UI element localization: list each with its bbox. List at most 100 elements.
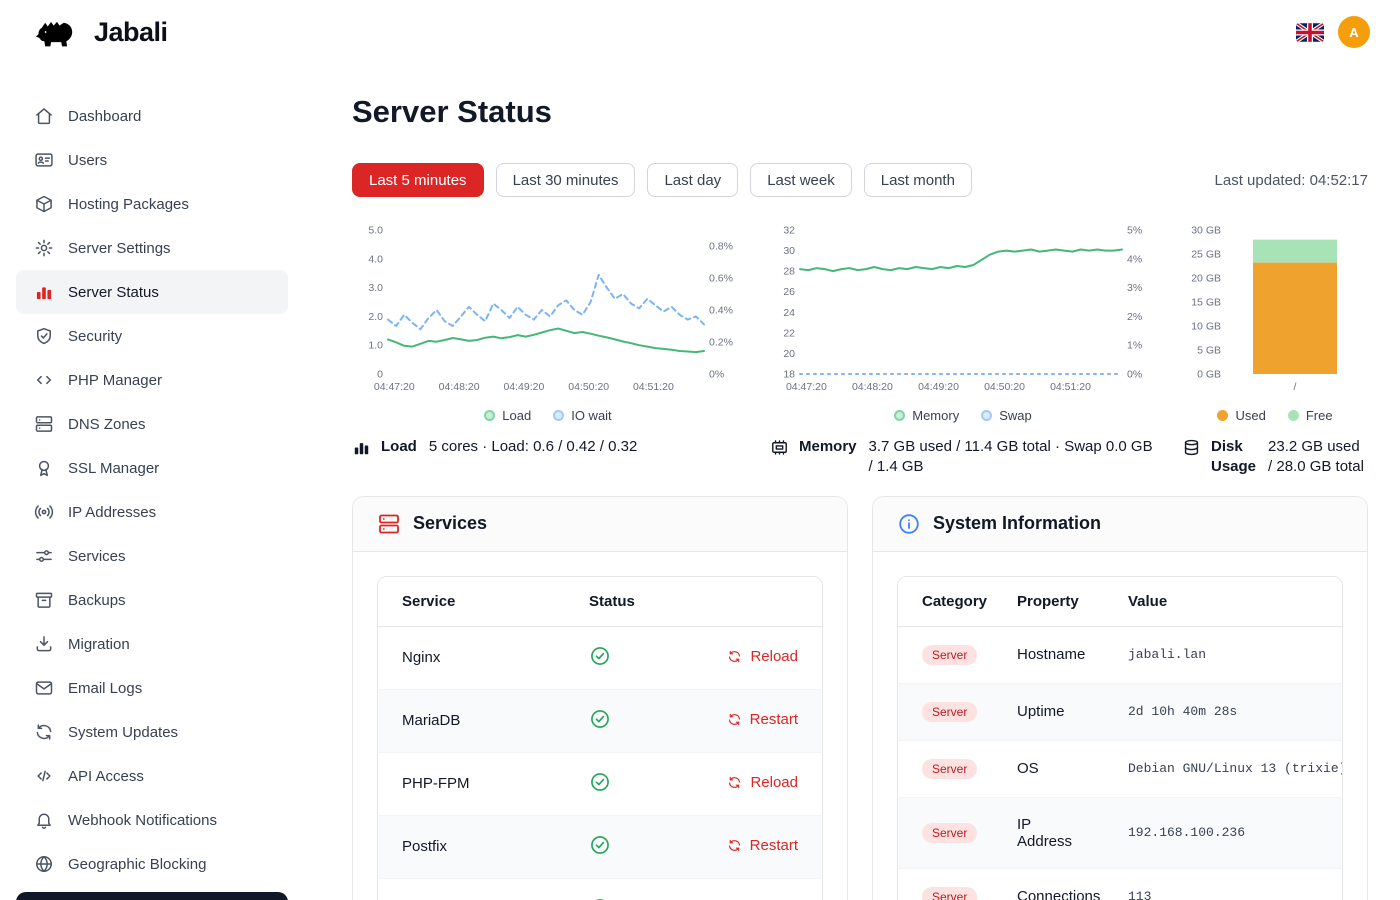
sidebar-item-system-updates[interactable]: System Updates — [16, 710, 288, 754]
sidebar-item-php-manager[interactable]: PHP Manager — [16, 358, 288, 402]
chart-icon — [34, 282, 54, 302]
system-col-category: Category — [898, 577, 993, 627]
service-action-reload[interactable]: Reload — [727, 774, 798, 791]
sidebar-item-label: Security — [68, 328, 122, 345]
svg-text:04:49:20: 04:49:20 — [503, 381, 544, 393]
svg-text:04:51:20: 04:51:20 — [1050, 381, 1091, 393]
server-stack-icon — [377, 512, 401, 536]
sidebar-item-users[interactable]: Users — [16, 138, 288, 182]
sidebar-item-geographic-blocking[interactable]: Geographic Blocking — [16, 842, 288, 886]
uk-flag-icon[interactable] — [1296, 23, 1324, 42]
users-icon — [34, 150, 54, 170]
service-name: MariaDB — [378, 689, 565, 752]
service-action-reload[interactable]: Reload — [727, 648, 798, 665]
stat-memory: Memory 3.7 GB used / 11.4 GB total · Swa… — [770, 437, 1156, 478]
svg-text:15 GB: 15 GB — [1191, 297, 1221, 309]
sidebar-item-label: Migration — [68, 636, 130, 653]
service-action-restart[interactable]: Restart — [727, 837, 798, 854]
sidebar-footer-button[interactable] — [16, 892, 288, 900]
api-icon — [34, 766, 54, 786]
svg-text:5 GB: 5 GB — [1197, 345, 1221, 357]
sidebar-item-hosting-packages[interactable]: Hosting Packages — [16, 182, 288, 226]
disk-legend: UsedFree — [1182, 408, 1368, 423]
sidebar: Dashboard Users Hosting Packages Server … — [0, 64, 304, 900]
range-button-last-week[interactable]: Last week — [750, 163, 852, 197]
sidebar-item-label: IP Addresses — [68, 504, 156, 521]
sidebar-item-label: DNS Zones — [68, 416, 146, 433]
services-col-status: Status — [565, 577, 685, 627]
property-value: 192.168.100.236 — [1104, 797, 1342, 868]
gear-icon — [34, 238, 54, 258]
sidebar-item-webhook-notifications[interactable]: Webhook Notifications — [16, 798, 288, 842]
sidebar-item-email-logs[interactable]: Email Logs — [16, 666, 288, 710]
sidebar-item-api-access[interactable]: API Access — [16, 754, 288, 798]
cards-row: Services Service Status Nginx Reload Mar… — [352, 496, 1368, 900]
svg-text:24: 24 — [783, 307, 795, 319]
stat-label: Load — [381, 437, 417, 457]
category-badge: Server — [922, 645, 977, 665]
svg-text:04:50:20: 04:50:20 — [984, 381, 1025, 393]
system-info-table: Category Property Value Server Hostname … — [898, 577, 1342, 900]
services-card-title: Services — [413, 513, 487, 534]
mail-icon — [34, 678, 54, 698]
disk-icon — [1182, 438, 1201, 457]
legend-item-free: Free — [1288, 408, 1333, 423]
svg-text:04:47:20: 04:47:20 — [786, 381, 827, 393]
time-range-buttons: Last 5 minutes Last 30 minutes Last day Las… — [352, 163, 972, 197]
sidebar-item-services[interactable]: Services — [16, 534, 288, 578]
property-value: 2d 10h 40m 28s — [1104, 683, 1342, 740]
property-name: Connections — [993, 868, 1104, 900]
category-badge: Server — [922, 702, 977, 722]
last-updated: Last updated: 04:52:17 — [1215, 172, 1368, 189]
svg-text:04:51:20: 04:51:20 — [633, 381, 674, 393]
range-button-last-5-minutes[interactable]: Last 5 minutes — [352, 163, 484, 197]
sliders-icon — [34, 546, 54, 566]
services-table: Service Status Nginx Reload MariaDB Rest… — [378, 577, 822, 900]
sidebar-item-server-settings[interactable]: Server Settings — [16, 226, 288, 270]
svg-text:25 GB: 25 GB — [1191, 249, 1221, 261]
box-icon — [34, 194, 54, 214]
svg-text:30: 30 — [783, 245, 795, 257]
info-icon — [897, 512, 921, 536]
sidebar-item-label: Email Logs — [68, 680, 142, 697]
stat-label: Memory — [799, 437, 857, 457]
range-button-last-day[interactable]: Last day — [647, 163, 738, 197]
svg-text:10 GB: 10 GB — [1191, 321, 1221, 333]
sidebar-item-label: Services — [68, 548, 126, 565]
broadcast-icon — [34, 502, 54, 522]
sidebar-item-ssl-manager[interactable]: SSL Manager — [16, 446, 288, 490]
system-row-os: Server OS Debian GNU/Linux 13 (trixie) — [898, 740, 1342, 797]
refresh-icon — [727, 649, 742, 664]
brand-name: Jabali — [94, 17, 168, 48]
svg-text:5.0: 5.0 — [368, 225, 383, 237]
range-button-last-month[interactable]: Last month — [864, 163, 972, 197]
sidebar-item-backups[interactable]: Backups — [16, 578, 288, 622]
svg-text:1.0: 1.0 — [368, 340, 383, 352]
sidebar-item-label: Geographic Blocking — [68, 856, 206, 873]
sidebar-item-label: Server Status — [68, 284, 159, 301]
range-button-last-30-minutes[interactable]: Last 30 minutes — [496, 163, 636, 197]
sidebar-item-label: Backups — [68, 592, 126, 609]
sidebar-item-security[interactable]: Security — [16, 314, 288, 358]
system-col-value: Value — [1104, 577, 1342, 627]
sidebar-item-dns-zones[interactable]: DNS Zones — [16, 402, 288, 446]
memory-chart: 32302826242220185%4%3%2%1%0%04:47:2004:4… — [770, 224, 1156, 402]
sidebar-item-dashboard[interactable]: Dashboard — [16, 94, 288, 138]
load-legend: LoadIO wait — [352, 408, 744, 423]
page-title: Server Status — [352, 94, 1368, 130]
property-value: Debian GNU/Linux 13 (trixie) — [1104, 740, 1342, 797]
sidebar-item-migration[interactable]: Migration — [16, 622, 288, 666]
svg-text:04:48:20: 04:48:20 — [852, 381, 893, 393]
sidebar-item-ip-addresses[interactable]: IP Addresses — [16, 490, 288, 534]
charts-row: 5.04.03.02.01.000.8%0.6%0.4%0.2%0%04:47:… — [352, 224, 1368, 423]
sidebar-item-server-status[interactable]: Server Status — [16, 270, 288, 314]
svg-text:04:48:20: 04:48:20 — [439, 381, 480, 393]
svg-text:0.4%: 0.4% — [709, 305, 733, 317]
svg-text:32: 32 — [783, 225, 795, 237]
refresh-icon — [727, 838, 742, 853]
system-row-ip-address: Server IP Address 192.168.100.236 — [898, 797, 1342, 868]
avatar[interactable]: A — [1338, 16, 1370, 48]
service-action-restart[interactable]: Restart — [727, 711, 798, 728]
sidebar-item-label: System Updates — [68, 724, 178, 741]
status-ok-icon — [589, 897, 611, 900]
